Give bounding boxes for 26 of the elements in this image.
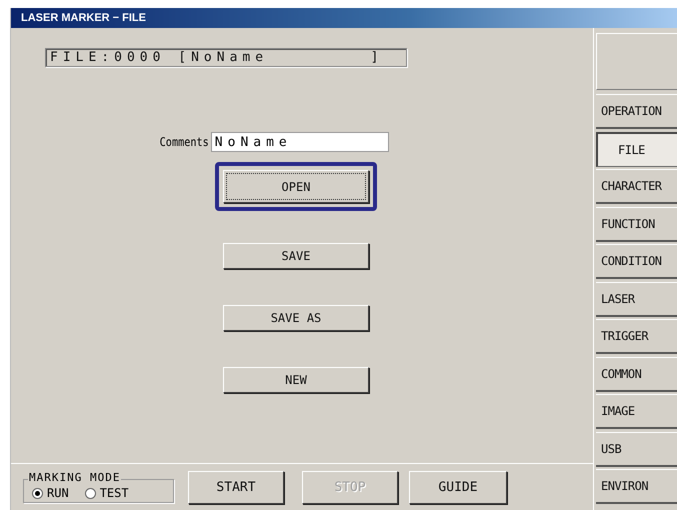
action-button[interactable]: SAVE AS xyxy=(223,305,369,331)
focused-button[interactable]: OPEN xyxy=(223,170,369,203)
sidebar-tab[interactable]: FUNCTION xyxy=(596,206,677,242)
sidebar-tab[interactable]: ENVIRON xyxy=(596,469,677,504)
radio-button[interactable] xyxy=(32,488,43,498)
toolbar-button[interactable]: START xyxy=(188,470,284,504)
sidebar-tab[interactable]: IMAGE xyxy=(596,394,677,429)
radio-button[interactable] xyxy=(84,488,96,498)
sidebar-tab[interactable]: CHARACTER xyxy=(596,169,677,204)
action-button[interactable]: SAVE xyxy=(223,243,369,269)
sidebar-tab[interactable]: TRIGGER xyxy=(596,319,677,354)
sidebar-tab[interactable]: OPERATION xyxy=(596,94,677,129)
file-label: FILE:0000 [NoName ] xyxy=(45,48,407,67)
sidebar-tab[interactable]: COMMON xyxy=(596,356,677,392)
radio-label: RUN xyxy=(47,486,69,500)
window-title: LASER MARKER − FILE xyxy=(21,12,146,24)
radio-label: TEST xyxy=(100,486,129,500)
sidebar-tab[interactable]: FILE xyxy=(596,132,677,166)
comments-field[interactable]: NoName xyxy=(210,132,389,152)
sidebar-tab[interactable]: USB xyxy=(596,432,677,466)
comments-label: Comments xyxy=(160,135,209,149)
sidebar-tab[interactable]: LASER xyxy=(596,282,677,316)
toolbar-button[interactable]: GUIDE xyxy=(409,470,507,504)
sidebar-tab[interactable]: CONDITION xyxy=(596,244,677,279)
group-title: MARKING MODE xyxy=(28,471,122,484)
action-button[interactable]: NEW xyxy=(223,367,369,393)
